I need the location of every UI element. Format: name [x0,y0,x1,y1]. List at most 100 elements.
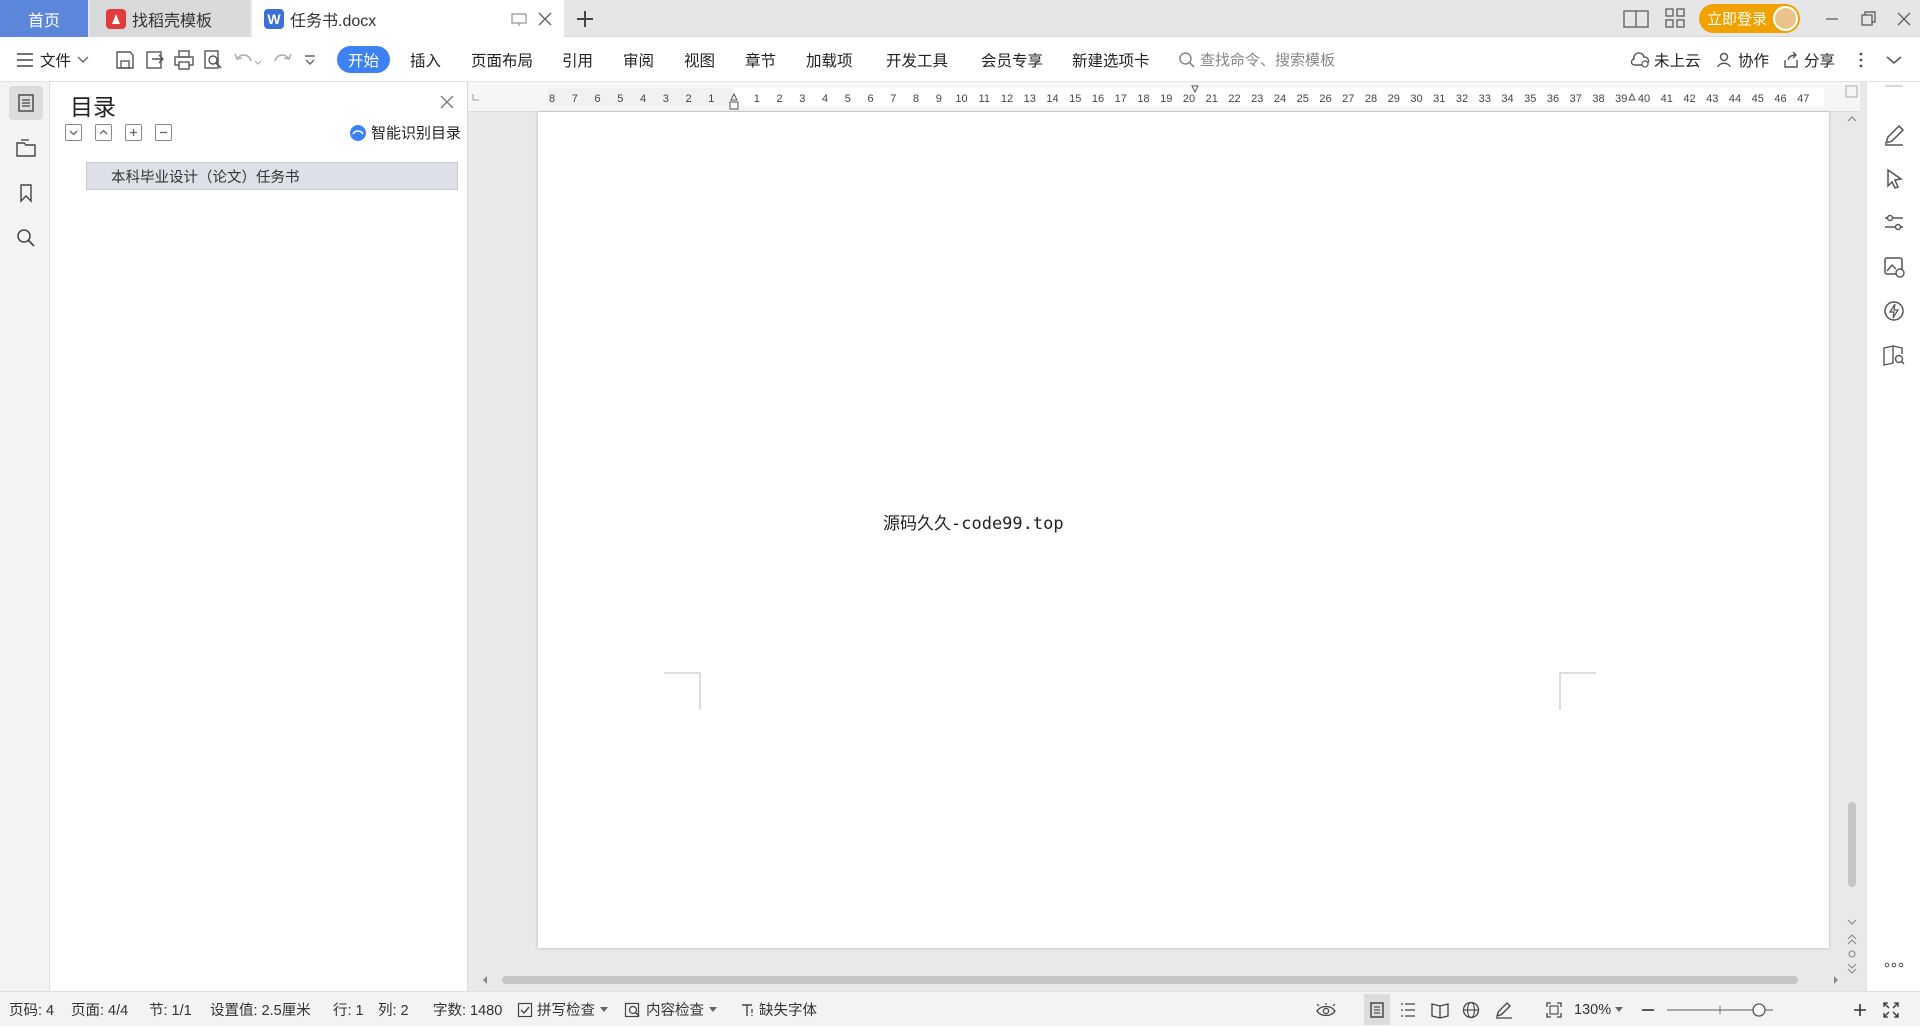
toc-item[interactable]: 本科毕业设计（论文）任务书 [86,162,458,190]
undo-icon[interactable] [232,49,262,71]
menu-addins[interactable]: 加载项 [806,37,853,82]
menu-member[interactable]: 会员专享 [981,37,1043,82]
next-page-icon[interactable] [1847,963,1857,974]
scroll-left-icon[interactable] [483,976,487,984]
tab-home[interactable]: 首页 [0,0,88,37]
menu-insert[interactable]: 插入 [410,37,441,82]
status-pages[interactable]: 页面: 4/4 [71,992,128,1027]
page-view-icon[interactable] [1364,994,1390,1025]
scroll-down-icon[interactable] [1847,919,1857,925]
properties-sliders-icon[interactable] [1881,210,1907,236]
vertical-scrollbar[interactable] [1844,112,1860,978]
zoom-in-icon[interactable] [1852,992,1868,1027]
horizontal-scroll-thumb[interactable] [502,976,1798,984]
print-preview-icon[interactable] [202,49,224,71]
left-nav-rail [0,82,50,991]
horizontal-ruler[interactable]: 8 7 6 5 4 3 2 1 1 2 3 4 5 6 7 8 9 10 11 12 13 14 15 16 17 18 19 20 2… [468,82,1860,112]
share-label: 分享 [1804,52,1836,70]
login-button[interactable]: 立即登录 [1699,4,1800,33]
export-pdf-icon[interactable] [144,49,166,71]
ruler-toggle-icon[interactable] [1845,85,1858,98]
outline-view-icon[interactable] [1399,992,1417,1027]
menu-chapter[interactable]: 章节 [745,37,776,82]
menu-start[interactable]: 开始 [337,46,390,73]
save-icon[interactable] [114,49,136,71]
missing-font-button[interactable]: 缺失字体 [740,992,817,1027]
menu-references[interactable]: 引用 [562,37,593,82]
reading-layout-icon[interactable] [1622,7,1649,31]
spell-check-button[interactable]: 拼写检查 [517,992,608,1027]
add-heading-icon[interactable] [125,124,142,141]
caret-down-icon [600,1006,608,1013]
zoom-out-icon[interactable] [1640,992,1656,1027]
vertical-scroll-thumb[interactable] [1848,802,1856,887]
remove-heading-icon[interactable] [155,124,172,141]
more-tools-icon[interactable] [1881,952,1907,978]
fit-page-icon[interactable] [1545,992,1563,1027]
ruler-tick-label: 7 [890,93,896,105]
share-button[interactable]: 分享 [1782,37,1835,82]
close-window-icon[interactable] [1892,7,1916,31]
new-tab-icon[interactable] [573,7,597,31]
minimize-icon[interactable] [1820,7,1844,31]
tab-document[interactable]: W 任务书.docx [252,0,564,37]
reading-view-icon[interactable] [1430,992,1450,1027]
menu-new-tab[interactable]: 新建选项卡 [1072,37,1150,82]
status-column[interactable]: 列: 2 [378,992,409,1027]
scroll-up-icon[interactable] [1847,116,1857,122]
menu-developer-tools[interactable]: 开发工具 [886,37,948,82]
content-check-button[interactable]: 内容检查 [624,992,717,1027]
menu-references-label: 引用 [562,52,594,70]
more-options-icon[interactable] [1857,49,1879,71]
print-icon[interactable] [173,49,195,71]
find-icon[interactable] [9,221,43,255]
chapter-nav-icon[interactable] [9,131,43,165]
status-page-code[interactable]: 页码: 4 [9,992,54,1027]
image-tools-icon[interactable] [1881,254,1907,280]
select-browse-object-icon[interactable] [1848,950,1856,958]
select-cursor-icon[interactable] [1881,166,1907,192]
toc-panel-icon[interactable] [9,86,43,120]
close-tab-icon[interactable] [536,10,554,28]
fullscreen-icon[interactable] [1882,992,1900,1027]
menu-page-layout[interactable]: 页面布局 [471,37,533,82]
bookmark-icon[interactable] [9,176,43,210]
tab-docer-templates[interactable]: 找稻壳模板 [90,0,250,37]
edit-pen-icon[interactable] [1881,122,1907,148]
web-view-icon[interactable] [1462,992,1480,1027]
collaborate-button[interactable]: 协作 [1716,37,1769,82]
status-section[interactable]: 节: 1/1 [149,992,192,1027]
reader-search-icon[interactable] [1881,342,1907,368]
smart-toc-button[interactable]: 智能识别目录 [349,122,461,143]
close-panel-icon[interactable] [439,94,455,110]
pin-tab-icon[interactable] [510,10,528,28]
ruler-tick-label: 12 [1001,93,1013,105]
ruler-tick-label: 3 [799,93,805,105]
menu-review[interactable]: 审阅 [623,37,654,82]
write-mode-icon[interactable] [1494,992,1514,1027]
status-line[interactable]: 行: 1 [333,992,364,1027]
tab-stop-icon[interactable] [472,94,479,101]
horizontal-scrollbar[interactable] [468,970,1844,990]
restore-icon[interactable] [1856,7,1880,31]
apps-grid-icon[interactable] [1664,7,1688,31]
scroll-right-icon[interactable] [1834,976,1838,984]
collapse-all-icon[interactable] [95,124,112,141]
prev-page-icon[interactable] [1847,934,1857,945]
customize-toolbar-icon[interactable] [303,49,325,71]
zoom-slider-thumb[interactable] [1751,992,1767,1027]
zoom-level-select[interactable]: 130% [1574,992,1624,1027]
document-page[interactable]: 源码久久-code99.top [538,112,1829,948]
quick-actions-icon[interactable] [1881,298,1907,324]
cloud-status-button[interactable]: 未上云 [1630,37,1701,82]
file-menu-button[interactable]: 文件 [16,37,89,82]
expand-all-icon[interactable] [65,124,82,141]
eye-protection-icon[interactable] [1315,992,1337,1027]
document-body-text[interactable]: 源码久久-code99.top [883,509,1064,534]
command-search[interactable]: 查找命令、搜索模板 [1178,37,1335,82]
redo-icon[interactable] [272,49,294,71]
status-setting[interactable]: 设置值: 2.5厘米 [210,992,311,1027]
collapse-ribbon-icon[interactable] [1884,49,1906,71]
status-word-count[interactable]: 字数: 1480 [433,992,502,1027]
menu-view[interactable]: 视图 [684,37,715,82]
